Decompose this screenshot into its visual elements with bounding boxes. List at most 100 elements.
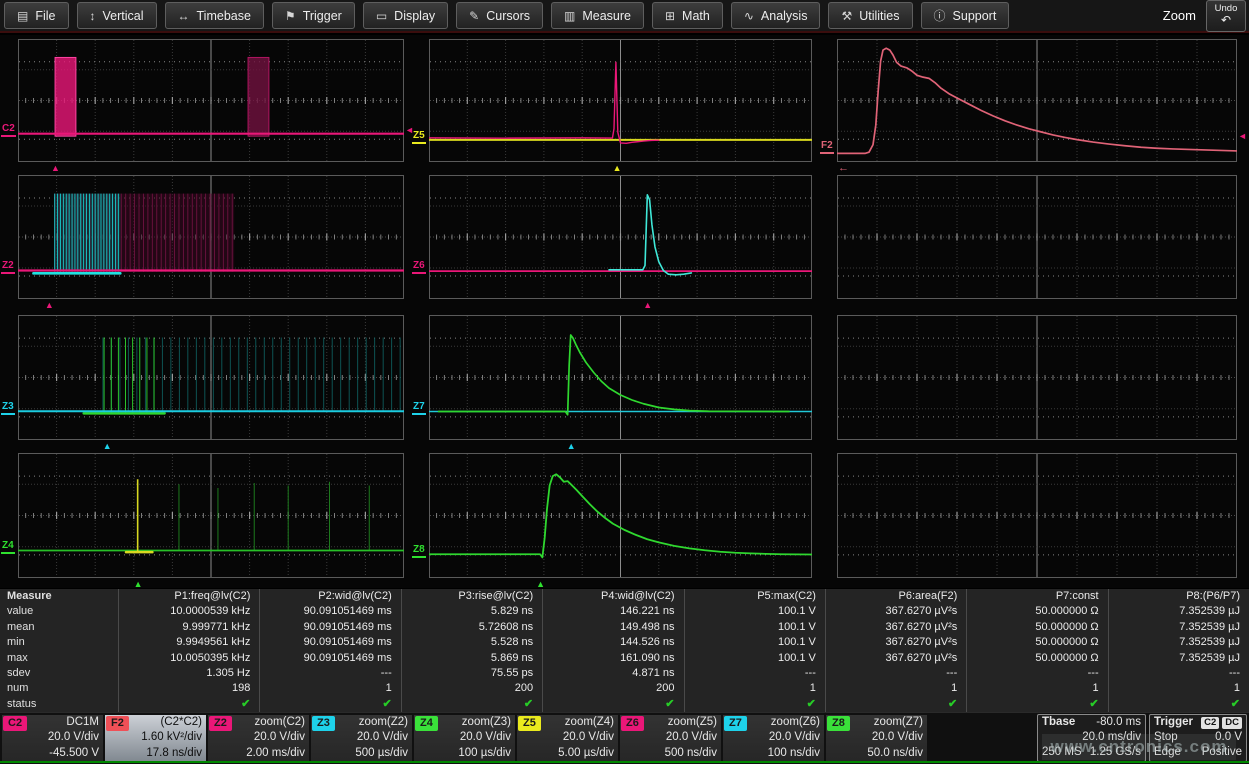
- menu-button-analysis[interactable]: ∿ Analysis: [731, 2, 821, 29]
- measure-status-p5: ✔: [684, 697, 825, 712]
- channel-descriptor-f2[interactable]: F2(C2*C2)1.60 kV²/div17.8 ns/div: [105, 715, 206, 763]
- parameter-header-p4[interactable]: P4:wid@lv(C2): [542, 589, 683, 604]
- measure-icon: ▥: [564, 10, 575, 22]
- waveform-panel-empty[interactable]: [837, 453, 1237, 578]
- waveform-panel-z8[interactable]: [429, 453, 812, 578]
- measure-status-p2: ✔: [259, 697, 400, 712]
- measure-value-p5-min: 100.1 V: [684, 635, 825, 650]
- channel-descriptor-z3[interactable]: Z3zoom(Z2)20.0 V/div500 µs/div: [311, 715, 412, 763]
- undo-button[interactable]: Undo ↶: [1206, 0, 1246, 32]
- parameter-header-p7[interactable]: P7:const: [966, 589, 1107, 604]
- menu-button-math[interactable]: ⊞Math: [652, 2, 723, 29]
- channel-tab-z6: Z6: [621, 716, 644, 731]
- menu-button-trigger[interactable]: ⚑Trigger: [272, 2, 355, 29]
- channel-descriptor-z8[interactable]: Z8zoom(Z7)20.0 V/div50.0 ns/div: [826, 715, 927, 763]
- menu-button-label: Analysis: [761, 9, 808, 23]
- waveform-panel-c2[interactable]: [18, 39, 404, 162]
- descriptor-scale: 20.0 V/div: [311, 730, 412, 746]
- timebase-icon: ↔: [178, 10, 190, 22]
- trace-label-f2: F2: [820, 141, 834, 154]
- status-check-icon: ✔: [383, 698, 392, 710]
- descriptor-scale: 20.0 V/div: [2, 730, 103, 746]
- menu-button-support[interactable]: ⓘSupport: [921, 2, 1010, 29]
- parameter-header-p8[interactable]: P8:(P6/P7): [1108, 589, 1249, 604]
- trigger-icon: ⚑: [285, 10, 296, 22]
- measure-value-p2-value: 90.091051469 ms: [259, 604, 400, 619]
- parameter-header-p3[interactable]: P3:rise@lv(C2): [401, 589, 542, 604]
- measure-table-title: Measure: [0, 589, 118, 604]
- waveform-panel-z4[interactable]: [18, 453, 404, 578]
- menu-button-file[interactable]: ▤File: [4, 2, 69, 29]
- descriptor-offset: 2.00 ms/div: [208, 746, 309, 762]
- measure-status-p6: ✔: [825, 697, 966, 712]
- measure-value-p7-sdev: ---: [966, 666, 1107, 681]
- trace-label-z8: Z8: [412, 545, 426, 558]
- measure-value-p4-value: 146.221 ns: [542, 604, 683, 619]
- horizontal-position-marker[interactable]: ▲: [613, 164, 622, 173]
- waveform-panel-empty[interactable]: [837, 175, 1237, 299]
- waveform-panel-z3[interactable]: [18, 315, 404, 440]
- status-check-icon: ✔: [1231, 698, 1240, 710]
- descriptor-offset: 5.00 µs/div: [517, 746, 618, 762]
- trace-label-z3: Z3: [1, 402, 15, 415]
- measure-status-p7: ✔: [966, 697, 1107, 712]
- measure-row-label-num: num: [0, 681, 118, 696]
- trigger-delay-marker[interactable]: ←: [838, 164, 849, 173]
- trace-label-c2: C2: [1, 124, 16, 137]
- menu-button-vertical[interactable]: ↕Vertical: [77, 2, 157, 29]
- measure-value-p3-num: 200: [401, 681, 542, 696]
- analysis-icon: ∿: [744, 10, 754, 22]
- measure-value-p7-num: 1: [966, 681, 1107, 696]
- menu-button-display[interactable]: ▭Display: [363, 2, 448, 29]
- measure-value-p7-mean: 50.000000 Ω: [966, 620, 1107, 635]
- menu-button-timebase[interactable]: ↔Timebase: [165, 2, 264, 29]
- waveform-panel-z6[interactable]: [429, 175, 812, 299]
- waveform-panel-z7[interactable]: [429, 315, 812, 440]
- trace-level-marker[interactable]: ◄: [1238, 132, 1247, 141]
- horizontal-position-marker[interactable]: ▲: [567, 442, 576, 451]
- menu-button-label: Measure: [582, 9, 631, 23]
- horizontal-position-marker[interactable]: ▲: [643, 301, 652, 310]
- menu-button-cursors[interactable]: ✎Cursors: [456, 2, 543, 29]
- waveform-panel-z2[interactable]: [18, 175, 404, 299]
- parameter-header-p6[interactable]: P6:area(F2): [825, 589, 966, 604]
- display-icon: ▭: [376, 10, 387, 22]
- channel-descriptor-z2[interactable]: Z2zoom(C2)20.0 V/div2.00 ms/div: [208, 715, 309, 763]
- horizontal-position-marker[interactable]: ▲: [51, 164, 60, 173]
- measure-value-p3-max: 5.869 ns: [401, 651, 542, 666]
- horizontal-position-marker[interactable]: ▲: [45, 301, 54, 310]
- menu-button-utilities[interactable]: ⚒Utilities: [828, 2, 912, 29]
- menu-button-measure[interactable]: ▥ Measure: [551, 2, 644, 29]
- waveform-panel-empty[interactable]: [837, 315, 1237, 440]
- channel-descriptor-c2[interactable]: C2DC1M20.0 V/div-45.500 V: [2, 715, 103, 763]
- descriptor-scale: 20.0 V/div: [723, 730, 824, 746]
- parameter-header-p1[interactable]: P1:freq@lv(C2): [118, 589, 259, 604]
- channel-descriptor-z7[interactable]: Z7zoom(Z6)20.0 V/div100 ns/div: [723, 715, 824, 763]
- parameter-header-p5[interactable]: P5:max(C2): [684, 589, 825, 604]
- menu-button-label: Vertical: [103, 9, 144, 23]
- measure-row-label-max: max: [0, 651, 118, 666]
- channel-descriptor-z6[interactable]: Z6zoom(Z5)20.0 V/div500 ns/div: [620, 715, 721, 763]
- zoom-mode-label: Zoom: [1163, 8, 1196, 23]
- measure-value-p6-value: 367.6270 µV²s: [825, 604, 966, 619]
- measure-value-p4-sdev: 4.871 ns: [542, 666, 683, 681]
- waveform-panel-z5[interactable]: [429, 39, 812, 162]
- waveform-panel-f2[interactable]: [837, 39, 1237, 162]
- measure-value-p1-num: 198: [118, 681, 259, 696]
- horizontal-position-marker[interactable]: ▲: [103, 442, 112, 451]
- timebase-title: Tbase: [1042, 715, 1075, 730]
- measure-value-p4-num: 200: [542, 681, 683, 696]
- channel-descriptor-z5[interactable]: Z5zoom(Z4)20.0 V/div5.00 µs/div: [517, 715, 618, 763]
- bottom-edge-line: [0, 761, 1249, 763]
- measure-value-p6-min: 367.6270 µV²s: [825, 635, 966, 650]
- parameter-header-p2[interactable]: P2:wid@lv(C2): [259, 589, 400, 604]
- descriptor-offset: 50.0 ns/div: [826, 746, 927, 762]
- measure-value-p8-sdev: ---: [1108, 666, 1249, 681]
- measure-value-p2-num: 1: [259, 681, 400, 696]
- measure-value-p2-min: 90.091051469 ms: [259, 635, 400, 650]
- menu-button-label: Utilities: [859, 9, 899, 23]
- descriptor-offset: -45.500 V: [2, 746, 103, 762]
- measure-value-p6-max: 367.6270 µV²s: [825, 651, 966, 666]
- channel-descriptor-z4[interactable]: Z4zoom(Z3)20.0 V/div100 µs/div: [414, 715, 515, 763]
- trace-label-z2: Z2: [1, 261, 15, 274]
